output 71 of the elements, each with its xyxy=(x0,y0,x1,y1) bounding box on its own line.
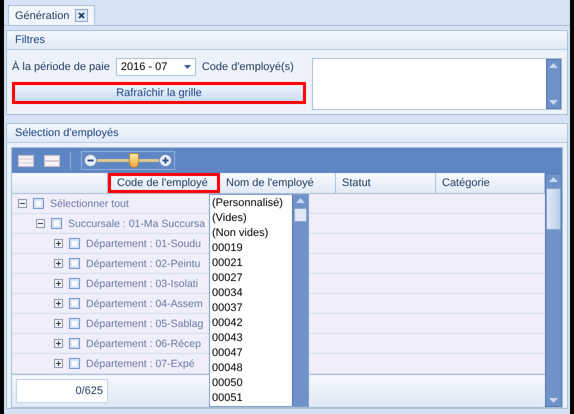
tree-item-label: Département : 03-Isolati xyxy=(86,278,198,290)
scroll-thumb[interactable] xyxy=(546,188,561,230)
rows-icon[interactable] xyxy=(44,154,60,166)
scroll-up-arrow-icon[interactable] xyxy=(549,63,558,68)
checkbox[interactable] xyxy=(69,238,80,249)
dropdown-item[interactable]: 00037 xyxy=(210,301,292,316)
scrollbar[interactable] xyxy=(546,59,561,109)
panel-title: Filtres xyxy=(7,31,567,50)
tree-item-label: Département : 01-Soudu xyxy=(86,238,201,250)
field-label: À la période de paie xyxy=(12,61,110,73)
dropdown-item[interactable]: 00047 xyxy=(210,346,292,361)
checkbox[interactable] xyxy=(69,338,80,349)
column-header[interactable]: Code de l'employé xyxy=(108,173,220,193)
dropdown-item[interactable]: 00019 xyxy=(210,241,292,256)
employee-codes-field[interactable] xyxy=(312,58,562,110)
scroll-up-arrow-icon[interactable] xyxy=(296,198,305,203)
collapse-icon[interactable] xyxy=(36,219,45,228)
scroll-thumb[interactable] xyxy=(294,208,307,222)
period-dropdown[interactable]: 2016 - 07 xyxy=(116,58,196,76)
expand-icon[interactable] xyxy=(54,299,63,308)
expand-icon[interactable] xyxy=(54,359,63,368)
scroll-down-arrow-icon[interactable] xyxy=(549,100,558,105)
expand-icon[interactable] xyxy=(54,279,63,288)
tree-item-label: Sélectionner tout xyxy=(50,198,129,210)
checkbox[interactable] xyxy=(51,218,62,229)
dropdown-item[interactable]: 00021 xyxy=(210,256,292,271)
slider-thumb[interactable] xyxy=(129,153,140,168)
dropdown-item[interactable]: 00048 xyxy=(210,361,292,376)
tab[interactable]: Génération xyxy=(8,5,96,25)
scrollbar[interactable] xyxy=(292,195,308,406)
close-icon[interactable] xyxy=(75,9,88,22)
dropdown-item[interactable]: 00027 xyxy=(210,271,292,286)
panel-title: Sélection d'employés xyxy=(7,124,567,143)
checkbox[interactable] xyxy=(69,258,80,269)
dropdown-item[interactable]: (Vides) xyxy=(210,211,292,226)
tree-item-label: Département : 04-Assem xyxy=(86,298,203,310)
collapse-icon[interactable] xyxy=(18,199,27,208)
tree-item-label: Département : 05-Sablag xyxy=(86,318,204,330)
dropdown-item[interactable]: 00042 xyxy=(210,316,292,331)
scroll-down-arrow-icon[interactable] xyxy=(549,398,558,403)
field-label: Code d'employé(s) xyxy=(202,61,294,73)
scroll-up-arrow-icon[interactable] xyxy=(549,177,558,182)
tree-item-label: Département : 07-Expé xyxy=(86,358,195,370)
checkbox[interactable] xyxy=(33,198,44,209)
refresh-grid-button[interactable]: Rafraîchir la grille xyxy=(12,82,306,104)
scrollbar[interactable] xyxy=(545,173,562,407)
checkbox[interactable] xyxy=(69,358,80,369)
expand-icon[interactable] xyxy=(54,259,63,268)
dropdown-item[interactable]: (Personnalisé) xyxy=(210,196,292,211)
expand-icon[interactable] xyxy=(54,319,63,328)
checkbox[interactable] xyxy=(69,278,80,289)
expand-icon[interactable] xyxy=(54,239,63,248)
caret-icon[interactable] xyxy=(184,65,191,69)
checkbox[interactable] xyxy=(69,298,80,309)
dropdown-item[interactable]: (Non vides) xyxy=(210,226,292,241)
tree-item-label: Département : 02-Peintu xyxy=(86,258,200,270)
dropdown-item[interactable]: 00051 xyxy=(210,391,292,406)
tree-item-label: Succursale : 01-Ma Succursa xyxy=(68,218,206,230)
selection-count: 0/625 xyxy=(16,379,108,403)
column-header[interactable]: Statut xyxy=(336,173,436,193)
dropdown-item[interactable]: 00034 xyxy=(210,286,292,301)
checkbox[interactable] xyxy=(69,318,80,329)
zoom-in-icon[interactable] xyxy=(159,154,172,167)
dropdown-item[interactable]: 00050 xyxy=(210,376,292,391)
zoom-out-icon[interactable] xyxy=(84,154,97,167)
tree-item-label: Département : 06-Récep xyxy=(86,338,201,350)
zoom-slider[interactable] xyxy=(97,153,159,168)
rows-icon[interactable] xyxy=(18,154,34,166)
expand-icon[interactable] xyxy=(54,339,63,348)
column-header[interactable]: Nom de l'employé xyxy=(220,173,336,193)
dropdown-item[interactable]: 00043 xyxy=(210,331,292,346)
